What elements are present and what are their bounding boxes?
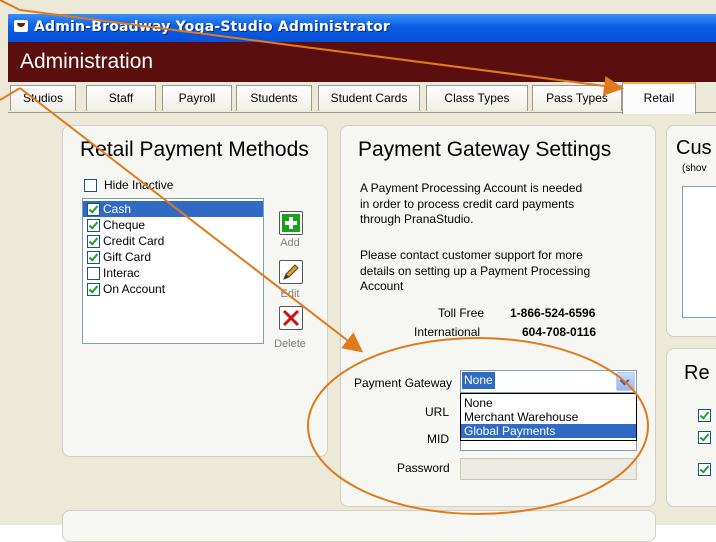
- contact-line: Please contact customer support for more: [360, 248, 583, 262]
- toll-free-number: 1-866-524-6596: [510, 306, 596, 320]
- hide-inactive-checkbox[interactable]: [84, 179, 97, 192]
- tab-studios[interactable]: Studios: [10, 85, 76, 111]
- desc-line: A Payment Processing Account is needed: [360, 181, 583, 195]
- receipt-option-checkbox[interactable]: [698, 431, 711, 444]
- app-icon: [14, 20, 28, 32]
- tab-students[interactable]: Students: [236, 85, 312, 111]
- edit-button[interactable]: [279, 260, 303, 284]
- method-label: Cash: [103, 202, 132, 216]
- app-window: Admin-Broadway Yoga-Studio Administrator…: [0, 0, 716, 542]
- tab-staff[interactable]: Staff: [86, 85, 156, 111]
- receipt-panel-title: Re: [684, 362, 710, 384]
- desc-line: in order to process credit card payments: [360, 196, 575, 211]
- tab-student-cards[interactable]: Student Cards: [318, 85, 420, 111]
- tab-pass-types[interactable]: Pass Types: [532, 85, 622, 111]
- plus-icon: [282, 214, 300, 232]
- pencil-icon: [283, 264, 299, 280]
- add-label: Add: [280, 237, 300, 249]
- password-label: Password: [397, 461, 450, 475]
- active-checkbox[interactable]: [87, 219, 100, 232]
- gateway-options-list: None Merchant Warehouse Global Payments: [460, 393, 637, 441]
- tab-class-types[interactable]: Class Types: [426, 85, 528, 111]
- gateway-title: Payment Gateway Settings: [358, 138, 612, 161]
- window-title: Admin-Broadway Yoga-Studio Administrator: [34, 19, 391, 35]
- delete-icon: [282, 309, 300, 327]
- mid-label: MID: [427, 432, 449, 446]
- contact-line: Account: [360, 279, 404, 293]
- method-label: On Account: [103, 282, 166, 296]
- method-label: Gift Card: [103, 250, 152, 264]
- tab-bar: Studios Staff Payroll Students Student C…: [8, 82, 716, 114]
- active-checkbox[interactable]: [87, 203, 100, 216]
- gateway-description: A Payment Processing Account is needed i…: [360, 181, 582, 228]
- title-bar[interactable]: Admin-Broadway Yoga-Studio Administrator: [8, 14, 716, 42]
- chevron-down-icon[interactable]: [616, 372, 635, 391]
- gateway-selected-value: None: [462, 372, 495, 389]
- list-item[interactable]: Cheque: [83, 217, 263, 233]
- list-item[interactable]: On Account: [83, 281, 263, 297]
- active-checkbox[interactable]: [87, 251, 100, 264]
- receipt-option-checkbox[interactable]: [698, 463, 711, 476]
- list-item[interactable]: Interac: [83, 265, 263, 281]
- contact-line: details on setting up a Payment Processi…: [360, 263, 591, 278]
- edit-label: Edit: [280, 288, 300, 300]
- url-label: URL: [425, 405, 450, 419]
- delete-label: Delete: [274, 338, 306, 350]
- gateway-option-merchant-warehouse[interactable]: Merchant Warehouse: [461, 410, 636, 424]
- delete-button[interactable]: [279, 306, 303, 330]
- payment-methods-list[interactable]: Cash Cheque Credit Card Gift Card Intera…: [82, 198, 264, 344]
- method-label: Cheque: [103, 218, 146, 232]
- tab-payroll[interactable]: Payroll: [162, 85, 232, 111]
- header-bar: Administration: [8, 42, 716, 82]
- list-item[interactable]: Credit Card: [83, 233, 263, 249]
- list-item[interactable]: Cash: [83, 201, 263, 217]
- gateway-option-global-payments[interactable]: Global Payments: [461, 424, 636, 438]
- gateway-option-none[interactable]: None: [461, 396, 636, 410]
- international-label: International: [414, 325, 481, 339]
- customer-list[interactable]: [682, 186, 716, 318]
- retail-methods-title: Retail Payment Methods: [80, 138, 309, 161]
- payment-gateway-label: Payment Gateway: [354, 376, 453, 390]
- method-label: Credit Card: [103, 234, 165, 248]
- international-number: 604-708-0116: [522, 325, 597, 339]
- payment-gateway-select[interactable]: None: [460, 370, 637, 393]
- hide-inactive-label: Hide Inactive: [104, 178, 174, 192]
- list-item[interactable]: Gift Card: [83, 249, 263, 265]
- desc-line: through PranaStudio.: [360, 212, 474, 226]
- contact-description: Please contact customer support for more…: [360, 248, 590, 295]
- bottom-panel: [62, 510, 656, 542]
- toll-free-label: Toll Free: [438, 306, 485, 320]
- active-checkbox[interactable]: [87, 267, 100, 280]
- active-checkbox[interactable]: [87, 235, 100, 248]
- page-title: Administration: [20, 50, 154, 73]
- method-label: Interac: [103, 266, 140, 280]
- active-checkbox[interactable]: [87, 283, 100, 296]
- customer-panel-title: Cus: [676, 137, 712, 159]
- password-field[interactable]: [460, 458, 637, 480]
- tab-retail[interactable]: Retail: [622, 82, 696, 114]
- receipt-option-checkbox[interactable]: [698, 409, 711, 422]
- add-button[interactable]: [279, 211, 303, 235]
- customer-panel-subtitle: (shov: [682, 163, 707, 174]
